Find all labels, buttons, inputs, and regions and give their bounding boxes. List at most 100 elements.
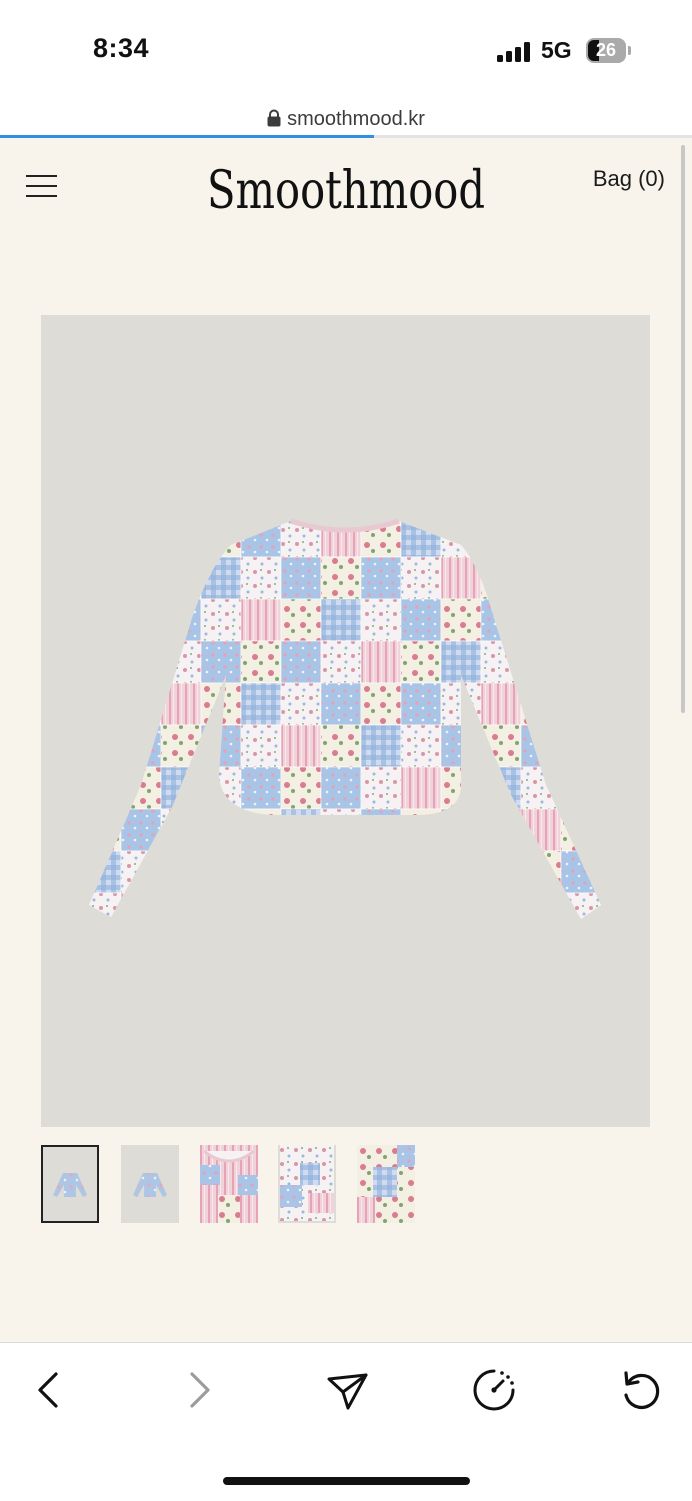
fabric-patch — [120, 724, 162, 768]
fabric-patch — [520, 724, 562, 768]
fabric-patch — [280, 521, 322, 558]
fabric-patch — [360, 724, 402, 768]
thumbnail-back[interactable] — [121, 1145, 179, 1223]
fabric-patch — [600, 556, 601, 600]
fabric-patch — [440, 850, 482, 894]
fabric-patch — [600, 766, 601, 810]
back-icon[interactable] — [24, 1365, 74, 1415]
fabric-patch — [440, 640, 482, 684]
fabric-patch — [320, 521, 362, 558]
fabric-patch — [120, 640, 162, 684]
fabric-patch — [120, 766, 162, 810]
fabric-patch — [400, 766, 442, 810]
fabric-patch — [160, 598, 202, 642]
fabric-patch — [89, 808, 122, 852]
fabric-patch — [280, 556, 322, 600]
share-icon[interactable] — [322, 1365, 372, 1415]
reload-icon[interactable] — [616, 1365, 666, 1415]
fabric-patch — [360, 682, 402, 726]
fabric-patch — [480, 598, 522, 642]
fabric-patch — [160, 766, 202, 810]
fabric-patch — [440, 521, 482, 558]
fabric-patch — [240, 682, 282, 726]
fabric-patch — [440, 808, 482, 852]
address-bar[interactable]: smoothmood.kr — [0, 100, 692, 138]
fabric-patch — [240, 808, 282, 852]
brand-logo[interactable]: Smoothmood — [200, 146, 492, 220]
fabric-patch — [200, 640, 242, 684]
home-indicator[interactable] — [223, 1477, 470, 1485]
fabric-patch — [160, 682, 202, 726]
fabric-patch — [240, 640, 282, 684]
fabric-patch — [200, 598, 242, 642]
fabric-patch — [600, 598, 601, 642]
fabric-patch — [320, 598, 362, 642]
svg-text:Smoothmood: Smoothmood — [207, 161, 485, 220]
fabric-patch — [160, 808, 202, 852]
url-text: smoothmood.kr — [287, 108, 425, 130]
fabric-patch — [160, 892, 202, 919]
fabric-patch — [600, 640, 601, 684]
status-bar: 8:34 5G 26 — [0, 0, 692, 100]
fabric-patch — [360, 850, 402, 894]
fabric-patch — [520, 892, 562, 919]
fabric-patch — [320, 892, 362, 919]
fabric-patch — [120, 598, 162, 642]
fabric-patch — [120, 892, 162, 919]
fabric-patch — [400, 682, 442, 726]
fabric-patch — [160, 640, 202, 684]
fabric-patch — [200, 682, 242, 726]
thumbnail-fabric-detail[interactable] — [357, 1145, 415, 1223]
fabric-patch — [360, 892, 402, 919]
forward-icon[interactable] — [174, 1365, 224, 1415]
product-image[interactable] — [41, 315, 650, 1127]
fabric-patch — [560, 766, 601, 810]
fabric-patch — [160, 850, 202, 894]
fabric-patch — [120, 850, 162, 894]
fabric-patch — [200, 766, 242, 810]
speed-dial-icon[interactable] — [469, 1365, 519, 1415]
fabric-patch — [480, 682, 522, 726]
fabric-patch — [240, 766, 282, 810]
fabric-patch — [89, 682, 122, 726]
fabric-patch — [280, 598, 322, 642]
fabric-patch — [280, 850, 322, 894]
fabric-patch — [280, 892, 322, 919]
fabric-patch — [360, 766, 402, 810]
fabric-patch — [320, 556, 362, 600]
fabric-patch — [600, 892, 601, 919]
fabric-patch — [89, 724, 122, 768]
fabric-patch — [600, 724, 601, 768]
hamburger-menu-icon[interactable] — [26, 174, 57, 198]
fabric-patch — [520, 766, 562, 810]
scroll-indicator[interactable] — [681, 145, 685, 713]
fabric-patch — [280, 640, 322, 684]
bag-link[interactable]: Bag (0) — [593, 166, 665, 192]
fabric-patch — [400, 724, 442, 768]
fabric-patch — [520, 598, 562, 642]
fabric-patch — [600, 808, 601, 852]
thumbnail-folded-detail[interactable] — [278, 1145, 336, 1223]
fabric-patch — [200, 556, 242, 600]
thumbnail-neckline-detail[interactable] — [200, 1145, 258, 1223]
thumbnail-front[interactable] — [41, 1145, 99, 1223]
fabric-patch — [89, 521, 122, 558]
fabric-patch — [560, 892, 601, 919]
fabric-patch — [560, 556, 601, 600]
fabric-patch — [200, 724, 242, 768]
fabric-patch — [120, 521, 162, 558]
status-time: 8:34 — [93, 33, 150, 63]
fabric-patch — [520, 640, 562, 684]
fabric-patch — [120, 682, 162, 726]
fabric-patch — [440, 682, 482, 726]
fabric-patch — [240, 724, 282, 768]
fabric-patch — [480, 640, 522, 684]
fabric-patch — [360, 640, 402, 684]
fabric-patch — [400, 808, 442, 852]
web-page: Smoothmood Bag (0) — [0, 138, 692, 1342]
fabric-patch — [600, 682, 601, 726]
fabric-patch — [160, 556, 202, 600]
fabric-patch — [89, 598, 122, 642]
fabric-patch — [560, 850, 601, 894]
network-type: 5G — [541, 37, 572, 63]
